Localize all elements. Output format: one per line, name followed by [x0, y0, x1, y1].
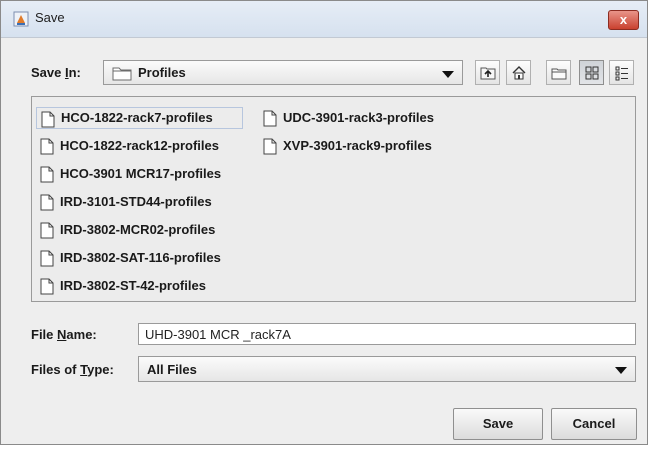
- details-view-icon: [615, 66, 628, 81]
- new-folder-button[interactable]: [546, 60, 571, 85]
- file-list[interactable]: HCO-1822-rack7-profiles HCO-1822-rack12-…: [31, 96, 636, 302]
- home-button[interactable]: [506, 60, 531, 85]
- file-type-label: Files of Type:: [31, 362, 114, 377]
- title-bar: Save x: [1, 1, 647, 38]
- home-icon: [512, 66, 526, 80]
- save-in-value: Profiles: [138, 65, 186, 80]
- file-item[interactable]: HCO-1822-rack7-profiles: [36, 107, 243, 129]
- file-item[interactable]: HCO-3901 MCR17-profiles: [36, 163, 225, 185]
- file-item[interactable]: IRD-3802-MCR02-profiles: [36, 219, 219, 241]
- file-icon: [40, 250, 54, 267]
- file-icon: [40, 194, 54, 211]
- file-name-label: File Name:: [31, 327, 97, 342]
- folder-icon: [112, 65, 132, 84]
- file-icon: [263, 138, 277, 155]
- up-folder-icon: [480, 67, 496, 80]
- file-name-input[interactable]: [139, 324, 635, 344]
- cancel-button[interactable]: Cancel: [551, 408, 637, 440]
- save-button[interactable]: Save: [453, 408, 543, 440]
- file-icon: [40, 278, 54, 295]
- file-item[interactable]: UDC-3901-rack3-profiles: [259, 107, 438, 129]
- file-type-dropdown[interactable]: All Files: [138, 356, 636, 382]
- file-item[interactable]: IRD-3101-STD44-profiles: [36, 191, 216, 213]
- save-in-label: Save In:: [31, 65, 81, 80]
- save-in-dropdown[interactable]: Profiles: [103, 60, 463, 85]
- file-icon: [263, 110, 277, 127]
- details-view-button[interactable]: [609, 60, 634, 85]
- file-item[interactable]: IRD-3802-SAT-116-profiles: [36, 247, 225, 269]
- chevron-down-icon: [615, 367, 627, 374]
- file-icon: [40, 138, 54, 155]
- file-item[interactable]: IRD-3802-ST-42-profiles: [36, 275, 210, 297]
- list-view-icon: [585, 66, 599, 80]
- window-title: Save: [35, 10, 65, 25]
- file-item[interactable]: XVP-3901-rack9-profiles: [259, 135, 436, 157]
- file-icon: [41, 111, 55, 128]
- file-item[interactable]: HCO-1822-rack12-profiles: [36, 135, 223, 157]
- file-name-field[interactable]: [138, 323, 636, 345]
- file-icon: [40, 222, 54, 239]
- save-dialog: Save x Save In: Profiles HCO-1822-rack7-…: [0, 0, 648, 445]
- close-button[interactable]: x: [608, 10, 639, 30]
- file-type-value: All Files: [147, 362, 197, 377]
- file-icon: [40, 166, 54, 183]
- java-app-icon: [13, 11, 29, 27]
- new-folder-icon: [551, 68, 567, 80]
- list-view-button[interactable]: [579, 60, 604, 85]
- chevron-down-icon: [442, 71, 454, 78]
- up-one-level-button[interactable]: [475, 60, 500, 85]
